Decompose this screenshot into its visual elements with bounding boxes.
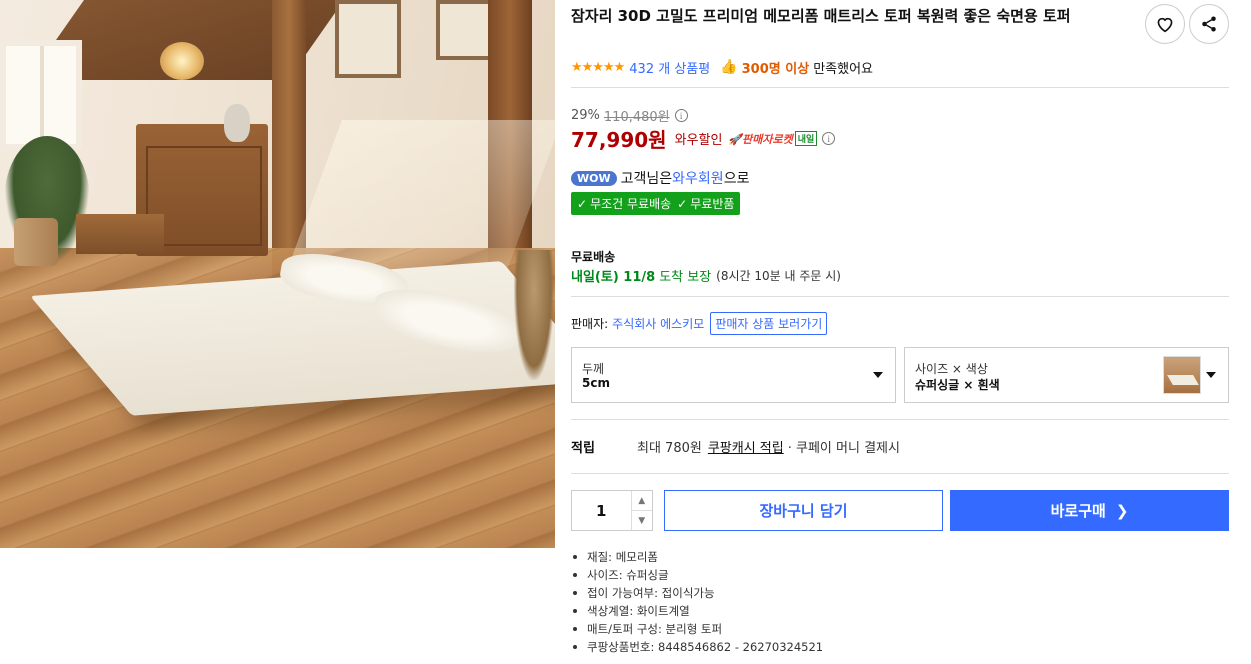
- share-button[interactable]: [1189, 4, 1229, 44]
- wow-discount-label: 와우할인: [674, 133, 723, 148]
- price-row: 77,990원 와우할인 🚀판매자로켓 내일 i: [571, 124, 836, 153]
- check-icon: ✓: [577, 196, 588, 211]
- image-picture-frame: [335, 0, 401, 78]
- divider: [571, 419, 1229, 420]
- image-window: [0, 40, 82, 150]
- rating-stars: ★★★★★: [571, 59, 625, 75]
- shipping-label: 무료배송: [571, 250, 616, 264]
- seller-name-link[interactable]: 주식회사 에스키모: [612, 315, 704, 332]
- wow-text-prefix: 고객님은: [620, 171, 673, 187]
- seller-label: 판매자:: [571, 317, 609, 331]
- points-label: 적립: [571, 441, 595, 456]
- points-row: 적립 최대 780원 쿠팡캐시 적립 · 쿠페이 머니 결제시: [571, 437, 900, 456]
- size-color-label: 사이즈 × 색상: [915, 362, 988, 376]
- image-picture-frame: [436, 0, 494, 60]
- spec-item: 쿠팡상품번호: 8448546862 - 26270324521: [571, 638, 823, 656]
- spec-item: 매트/토퍼 구성: 분리형 토퍼: [571, 620, 823, 638]
- points-sub-text: · 쿠페이 머니 결제시: [787, 441, 900, 456]
- image-dry-plant: [514, 250, 554, 380]
- review-count-link[interactable]: 432 개 상품평: [629, 58, 710, 77]
- shipping-note: 도착 보장: [659, 270, 712, 285]
- image-box: [76, 214, 164, 254]
- chevron-down-icon[interactable]: ▼: [632, 511, 652, 530]
- buy-now-button[interactable]: 바로구매 ❯: [950, 490, 1229, 531]
- wow-badge: WOW: [571, 170, 617, 186]
- thickness-select[interactable]: 두께 5cm: [571, 347, 896, 403]
- free-return-label: 무료반품: [690, 197, 735, 211]
- wow-row: WOW 고객님은 와우회원 으로: [571, 168, 749, 188]
- info-icon[interactable]: i: [674, 109, 688, 122]
- sale-price: 77,990원: [571, 128, 667, 152]
- chevron-down-icon: [1206, 372, 1216, 378]
- seller-row: 판매자: 주식회사 에스키모 판매자 상품 보러가기: [571, 312, 828, 335]
- coupang-cash-link[interactable]: 쿠팡캐시 적립: [708, 437, 784, 456]
- info-icon[interactable]: i: [822, 132, 836, 145]
- product-title: 잠자리 30D 고밀도 프리미엄 메모리폼 매트리스 토퍼 복원력 좋은 숙면용…: [571, 7, 1071, 25]
- shipping-row: 내일(토) 11/8 도착 보장 (8시간 10분 내 주문 시): [571, 266, 841, 285]
- quantity-input[interactable]: 1: [572, 491, 631, 530]
- chevron-down-icon: [873, 372, 883, 378]
- buy-now-label: 바로구매: [1050, 502, 1106, 520]
- spec-item: 재질: 메모리폼: [571, 548, 823, 566]
- chevron-up-icon[interactable]: ▲: [631, 491, 652, 511]
- check-icon: ✓: [677, 196, 688, 211]
- divider: [571, 87, 1229, 88]
- wishlist-button[interactable]: [1145, 4, 1185, 44]
- shipping-date: 내일(토) 11/8: [571, 270, 656, 285]
- spec-item: 사이즈: 슈퍼싱글: [571, 566, 823, 584]
- heart-icon: [1157, 17, 1173, 33]
- wow-text-suffix: 으로: [723, 171, 750, 187]
- free-shipping-label: 무조건 무료배송: [590, 197, 672, 211]
- quantity-stepper[interactable]: 1 ▲ ▼: [571, 490, 653, 531]
- points-amount: 최대 780원: [637, 441, 702, 456]
- image-vase: [224, 104, 250, 142]
- share-icon: [1202, 16, 1216, 32]
- product-info-panel: 잠자리 30D 고밀도 프리미엄 메모리폼 매트리스 토퍼 복원력 좋은 숙면용…: [571, 0, 1229, 664]
- shipping-condition: (8시간 10분 내 주문 시): [716, 269, 841, 283]
- product-main-image[interactable]: [0, 0, 555, 548]
- thickness-value: 5cm: [582, 376, 610, 390]
- seller-products-button[interactable]: 판매자 상품 보러가기: [710, 312, 828, 335]
- seller-rocket-label: 🚀판매자로켓: [728, 132, 793, 146]
- option-thumbnail: [1163, 356, 1201, 394]
- wow-member-link[interactable]: 와우회원: [672, 168, 724, 188]
- size-color-select[interactable]: 사이즈 × 색상 슈퍼싱글 × 흰색: [904, 347, 1229, 403]
- rocket-badge: 내일: [794, 131, 818, 146]
- spec-item: 색상계열: 화이트계열: [571, 602, 823, 620]
- divider: [571, 473, 1229, 474]
- thickness-label: 두께: [582, 362, 605, 376]
- chevron-right-icon: ❯: [1115, 501, 1129, 520]
- size-color-value: 슈퍼싱글 × 흰색: [915, 378, 1000, 392]
- quantity-arrows: ▲ ▼: [630, 491, 652, 530]
- rating-row: ★★★★★ 432 개 상품평 👍 300명 이상 만족했어요: [571, 58, 873, 77]
- divider: [571, 296, 1229, 297]
- spec-item: 접이 가능여부: 접이식가능: [571, 584, 823, 602]
- free-benefits-box: ✓ 무조건 무료배송 ✓ 무료반품: [571, 192, 741, 215]
- origin-price: 110,480원: [603, 110, 670, 125]
- add-to-cart-button[interactable]: 장바구니 담기: [664, 490, 943, 531]
- discount-row: 29% 110,480원 i: [571, 106, 688, 125]
- satisfied-count: 300명 이상: [741, 61, 810, 77]
- discount-rate: 29%: [571, 108, 600, 123]
- satisfied-text: 만족했어요: [813, 61, 873, 77]
- spec-list: 재질: 메모리폼 사이즈: 슈퍼싱글 접이 가능여부: 접이식가능 색상계열: …: [571, 548, 823, 656]
- image-pot: [14, 218, 58, 266]
- thumbs-up-icon: 👍: [720, 59, 738, 75]
- image-lamp: [160, 42, 204, 80]
